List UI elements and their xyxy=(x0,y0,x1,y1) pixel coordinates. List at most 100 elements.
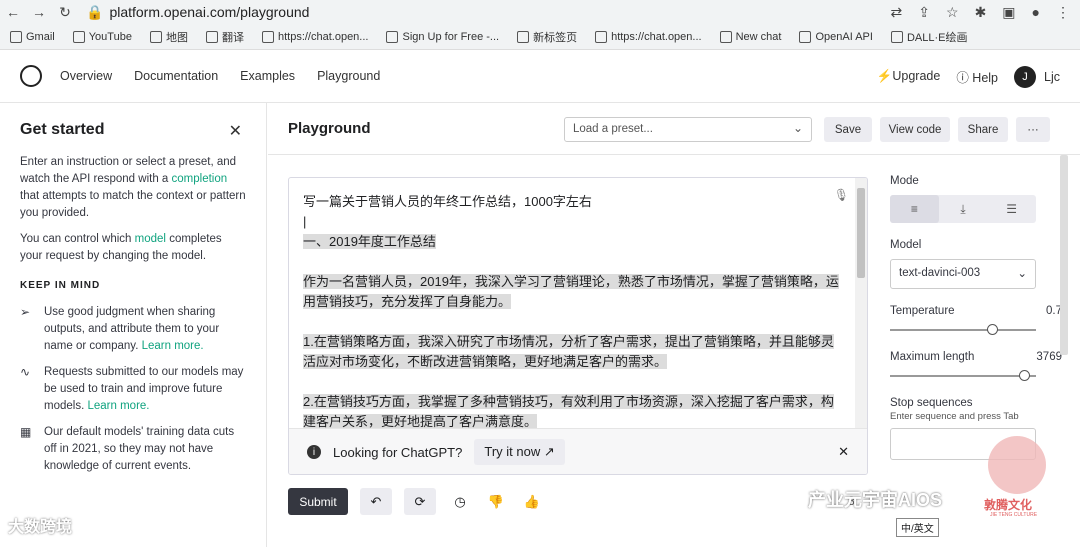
tip-item: ∿ Requests submitted to our models may be… xyxy=(20,364,246,415)
get-started-panel: Get started ✕ Enter an instruction or se… xyxy=(0,103,267,547)
regenerate-icon[interactable]: ⟳ xyxy=(404,488,436,515)
reload-icon[interactable]: ↻ xyxy=(52,4,78,21)
view-code-button[interactable]: View code xyxy=(880,117,950,142)
openai-logo-icon[interactable] xyxy=(20,65,42,87)
completion-paragraph: 作为一名营销人员，2019年，我深入学习了营销理论，熟悉了市场情况，掌握了营销策… xyxy=(303,274,839,309)
temperature-row: Temperature 0.7 xyxy=(890,305,1062,317)
max-length-slider[interactable] xyxy=(890,370,1036,381)
bookmark[interactable]: 新标签页 xyxy=(517,29,577,45)
mode-toggle: ≡ ⤓ ☰ xyxy=(890,195,1036,223)
user-name: Ljc xyxy=(1044,69,1060,84)
preset-select[interactable]: Load a preset... ⌄ xyxy=(564,117,812,142)
browser-toolbar: ← → ↻ 🔒 platform.openai.com/playground ⇄… xyxy=(0,0,1080,24)
avatar: J xyxy=(1014,65,1037,88)
help-link[interactable]: ⓘ Help xyxy=(956,67,998,86)
insert-mode-icon[interactable]: ⤓ xyxy=(939,195,988,223)
star-icon[interactable]: ☆ xyxy=(946,4,959,21)
intro-text: Enter an instruction or select a preset,… xyxy=(20,156,246,219)
microphone-icon[interactable]: 🎙 xyxy=(834,188,849,202)
user-menu[interactable]: J Ljc xyxy=(1014,65,1060,88)
model-label: Model xyxy=(890,239,922,251)
bookmark[interactable]: YouTube xyxy=(72,30,132,43)
page-title: Playground xyxy=(288,120,371,137)
seal-text: 敦腾文化 xyxy=(984,498,1033,512)
thumbs-up-icon[interactable]: 👍 xyxy=(520,488,544,515)
translate-icon[interactable]: ⇄ xyxy=(891,4,903,21)
info-icon: i xyxy=(307,445,321,459)
back-icon[interactable]: ← xyxy=(0,4,26,20)
model-link[interactable]: model xyxy=(135,233,166,245)
extensions-icon[interactable]: ✱ xyxy=(975,4,987,21)
model-select[interactable]: text-davinci-003 ⌄ xyxy=(890,259,1036,289)
prompt-editor[interactable]: 写一篇关于营销人员的年终工作总结，1000字左右 | 一、2019年度工作总结 … xyxy=(288,177,868,475)
action-bar: Submit ↶ ⟳ ◷ 👎 👍 xyxy=(288,488,544,515)
seal-subtext: JIE TENG CULTURE xyxy=(990,512,1038,518)
stop-sequences-label: Stop sequences xyxy=(890,397,973,409)
keep-in-mind-heading: KEEP IN MIND xyxy=(20,280,101,291)
close-icon[interactable]: ✕ xyxy=(229,123,242,140)
profile-icon[interactable]: ● xyxy=(1032,4,1040,20)
bookmark[interactable]: New chat xyxy=(719,30,781,43)
bookmarks-bar: Gmail YouTube 地图 翻译 https://chat.open...… xyxy=(0,24,1080,50)
window-icon[interactable]: ▣ xyxy=(1002,4,1015,21)
complete-mode-icon[interactable]: ≡ xyxy=(890,195,939,223)
share-button[interactable]: Share xyxy=(958,117,1008,142)
seal-logo xyxy=(988,436,1046,494)
history-icon[interactable]: ◷ xyxy=(448,488,472,515)
bookmark[interactable]: OpenAI API xyxy=(799,30,873,43)
lock-icon: 🔒 xyxy=(86,3,104,20)
edit-mode-icon[interactable]: ☰ xyxy=(987,195,1036,223)
stop-sequences-hint: Enter sequence and press Tab xyxy=(890,411,1019,422)
save-button[interactable]: Save xyxy=(824,117,872,142)
bookmark[interactable]: https://chat.open... xyxy=(595,30,702,43)
share-icon[interactable]: ⇪ xyxy=(918,4,930,21)
pulse-icon: ∿ xyxy=(20,365,31,379)
prompt-line: 写一篇关于营销人员的年终工作总结，1000字左右 xyxy=(303,194,592,209)
nav-examples[interactable]: Examples xyxy=(240,69,295,83)
chatgpt-banner: i Looking for ChatGPT? Try it now ↗ ✕ xyxy=(289,428,867,474)
sidebar-title: Get started xyxy=(20,121,105,138)
chevron-down-icon: ⌄ xyxy=(792,121,803,135)
completion-paragraph: 2.在营销技巧方面，我掌握了多种营销技巧，有效利用了市场资源，深入挖掘了客户需求… xyxy=(303,394,834,428)
menu-icon[interactable]: ⋮ xyxy=(1056,4,1070,21)
max-length-row: Maximum length 3769 xyxy=(890,351,1062,363)
bookmark[interactable]: 翻译 xyxy=(205,29,244,45)
model-text: You can control which model completes yo… xyxy=(20,233,222,262)
tip-item: ➢ Use good judgment when sharing outputs,… xyxy=(20,304,246,355)
completion-heading: 一、2019年度工作总结 xyxy=(303,234,436,249)
completion-link[interactable]: completion xyxy=(172,173,228,185)
close-icon[interactable]: ✕ xyxy=(838,444,849,460)
nav-playground[interactable]: Playground xyxy=(317,69,380,83)
editor-text[interactable]: 写一篇关于营销人员的年终工作总结，1000字左右 | 一、2019年度工作总结 … xyxy=(289,178,857,428)
nav-documentation[interactable]: Documentation xyxy=(134,69,218,83)
thumbs-down-icon[interactable]: 👎 xyxy=(484,488,508,515)
chevron-down-icon: ⌄ xyxy=(1017,268,1027,280)
panel-scrollbar[interactable] xyxy=(1060,155,1068,355)
bookmark[interactable]: Sign Up for Free -... xyxy=(386,30,499,43)
banner-text: Looking for ChatGPT? xyxy=(333,444,463,460)
undo-icon[interactable]: ↶ xyxy=(360,488,392,515)
nav-overview[interactable]: Overview xyxy=(60,69,112,83)
mode-label: Mode xyxy=(890,175,919,187)
more-button[interactable]: ··· xyxy=(1016,117,1050,142)
temperature-slider[interactable] xyxy=(890,324,1036,335)
learn-more-link[interactable]: Learn more. xyxy=(87,400,149,412)
submit-button[interactable]: Submit xyxy=(288,488,348,515)
address-bar[interactable]: 🔒 platform.openai.com/playground xyxy=(86,4,309,21)
max-length-value: 3769 xyxy=(1036,351,1062,363)
editor-scrollbar[interactable] xyxy=(855,178,867,428)
playground-header: Playground Load a preset... ⌄ Save View c… xyxy=(268,103,1080,155)
try-it-now-button[interactable]: Try it now ↗ xyxy=(474,439,565,465)
watermark-right: 产业元宇宙AIOS xyxy=(808,490,943,510)
bookmark[interactable]: Gmail xyxy=(10,30,55,43)
calendar-icon: ▦ xyxy=(20,425,32,439)
bookmark[interactable]: 地图 xyxy=(149,29,188,45)
learn-more-link[interactable]: Learn more. xyxy=(142,340,204,352)
upgrade-link[interactable]: ⚡Upgrade xyxy=(877,69,941,84)
question-icon: ⓘ xyxy=(956,71,973,85)
bookmark[interactable]: DALL·E绘画 xyxy=(890,29,967,45)
forward-icon[interactable]: → xyxy=(26,4,52,20)
tip-item: ▦ Our default models' training data cuts … xyxy=(20,424,246,475)
bookmark[interactable]: https://chat.open... xyxy=(261,30,368,43)
app-header: Overview Documentation Examples Playgrou… xyxy=(0,50,1080,103)
